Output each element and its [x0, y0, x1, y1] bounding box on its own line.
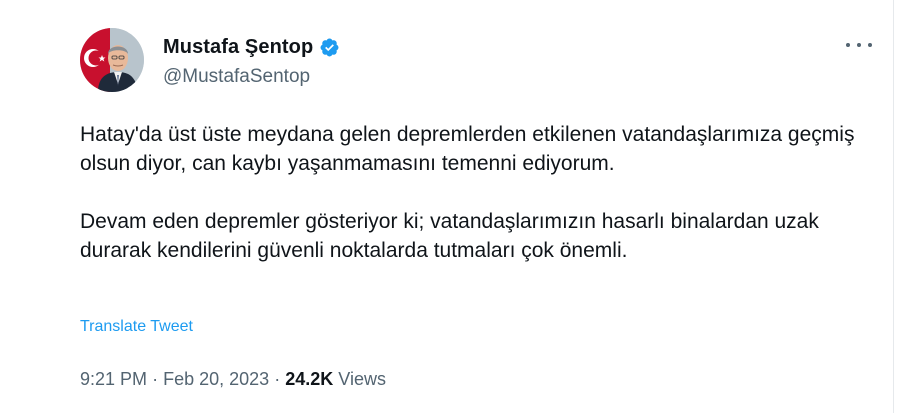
- tweet-meta: 9:21 PM · Feb 20, 2023 · 24.2K Views: [80, 369, 386, 390]
- meta-separator: ·: [152, 369, 159, 389]
- views-count[interactable]: 24.2K: [285, 369, 333, 389]
- meta-separator: ·: [274, 369, 281, 389]
- author-handle[interactable]: @MustafaSentop: [163, 66, 310, 88]
- tweet-paragraph: Devam eden depremler gösteriyor ki; vata…: [80, 210, 819, 262]
- more-dot: [846, 43, 850, 47]
- verified-badge-icon: [319, 37, 340, 58]
- avatar-image: [80, 28, 144, 92]
- tweet-card: Mustafa Şentop @MustafaSentop Hatay'da ü…: [0, 0, 894, 413]
- more-dot: [868, 43, 872, 47]
- tweet-date[interactable]: Feb 20, 2023: [163, 369, 269, 389]
- more-dot: [857, 43, 861, 47]
- tweet-text: Hatay'da üst üste meydana gelen depremle…: [80, 120, 880, 265]
- tweet-time[interactable]: 9:21 PM: [80, 369, 147, 389]
- tweet-paragraph: Hatay'da üst üste meydana gelen depremle…: [80, 123, 855, 175]
- translate-tweet-link[interactable]: Translate Tweet: [80, 318, 193, 336]
- more-options-icon[interactable]: [846, 35, 872, 55]
- author-display-name[interactable]: Mustafa Şentop: [163, 36, 313, 59]
- author-name-row: Mustafa Şentop: [163, 36, 340, 59]
- views-label: Views: [338, 369, 386, 389]
- avatar[interactable]: [80, 28, 144, 92]
